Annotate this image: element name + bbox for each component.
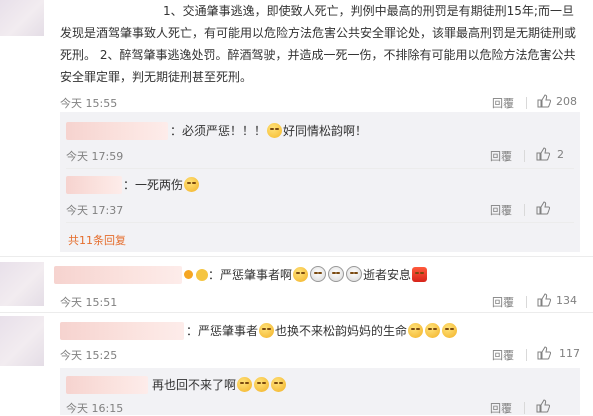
username[interactable] [54, 266, 182, 284]
thumbs-up-icon[interactable] [536, 399, 550, 413]
comment-time: 今天 15:55 [60, 97, 118, 110]
comment-time: 今天 16:15 [66, 402, 124, 415]
like-count: 208 [556, 95, 577, 108]
divider [0, 312, 593, 313]
username[interactable] [66, 376, 148, 394]
username[interactable] [66, 176, 122, 194]
reply-text-a: ：一死两伤 [123, 178, 184, 192]
comment-text: ：严惩肇事者 也换不来松韵妈妈的生命 [186, 320, 458, 342]
face-emoji-icon [267, 123, 283, 138]
reply-time: 今天 17:59 [66, 150, 124, 163]
crying-face-icon [237, 377, 253, 392]
reply-button[interactable]: 回覆 [490, 148, 512, 164]
crying-face-icon [408, 323, 424, 338]
divider [526, 296, 527, 308]
comment-text-b: 也换不来松韵妈妈的生命 [275, 324, 408, 338]
reply-button[interactable]: 回覆 [492, 347, 514, 363]
thumbs-up-icon[interactable] [537, 346, 551, 360]
thumbs-up-icon[interactable] [537, 94, 551, 108]
divider [524, 204, 525, 216]
like-count: 117 [559, 347, 580, 360]
reply-text: ：一死两伤 [123, 174, 200, 196]
reply-button[interactable]: 回覆 [490, 400, 512, 416]
ghost-icon [346, 266, 363, 282]
more-replies-link[interactable]: 共11条回复 [68, 232, 126, 248]
comment-text-a: ：严惩肇事者啊 [208, 268, 293, 282]
ok-hand-icon [196, 269, 208, 281]
divider [0, 256, 593, 257]
crying-face-icon [293, 267, 309, 282]
comment-time: 今天 15:51 [60, 296, 118, 309]
reply-text-b: 好同情松韵啊！ [283, 124, 368, 138]
crying-face-icon [254, 377, 270, 392]
reply-text: ：必须严惩！！！ 好同情松韵啊！ [170, 120, 367, 142]
reply-button[interactable]: 回覆 [490, 202, 512, 218]
username[interactable] [60, 322, 184, 340]
comment-text-a: 再也回不来了啊 [152, 378, 237, 392]
like-count: 2 [557, 148, 564, 161]
thumbs-up-icon[interactable] [537, 293, 551, 307]
ghost-icon [328, 266, 345, 282]
crying-face-icon [425, 323, 441, 338]
comment-text-line: 1、交通肇事逃逸，即使致人死亡，判例中最高的刑罚是有期徒刑15年;而一旦 [163, 4, 574, 18]
avatar[interactable] [0, 0, 44, 36]
crying-face-icon [271, 377, 287, 392]
verified-badge-icon [184, 270, 193, 279]
thumbs-up-icon[interactable] [536, 147, 550, 161]
comment-text-a: ：严惩肇事者 [186, 324, 259, 338]
reply-button[interactable]: 回覆 [492, 95, 514, 111]
avatar[interactable] [0, 262, 44, 306]
divider [66, 222, 574, 223]
divider [524, 150, 525, 162]
crying-face-icon [259, 323, 275, 338]
comment-text: ：严惩肇事者啊 逝者安息 [196, 264, 428, 286]
comment-time: 今天 15:25 [60, 349, 118, 362]
divider [526, 349, 527, 361]
comment-text: 再也回不来了啊 [152, 374, 287, 396]
like-count: 134 [556, 294, 577, 307]
divider [526, 97, 527, 109]
ghost-icon [310, 266, 327, 282]
divider [524, 402, 525, 414]
crying-face-icon [442, 323, 458, 338]
divider [66, 168, 574, 169]
candle-icon [412, 267, 428, 282]
crying-face-icon [184, 177, 200, 192]
comment-text-line: 安全罪定罪，判无期徒刑甚至死刑。 [60, 70, 253, 84]
avatar[interactable] [0, 316, 44, 366]
username[interactable] [66, 122, 168, 140]
comment-text-line: 死刑。 2、醉驾肇事逃逸处罚。醉酒驾驶，并造成一死一伤，不排除有可能用以危险方法… [60, 48, 576, 62]
reply-button[interactable]: 回覆 [492, 294, 514, 310]
reply-text-a: ：必须严惩！！！ [170, 124, 267, 138]
comment-text-line: 发现是酒驾肇事致人死亡，有可能用以危险方法危害公共安全罪论处，该罪最高刑罚是无期… [60, 26, 577, 40]
reply-time: 今天 17:37 [66, 204, 124, 217]
comment-text-b: 逝者安息 [363, 268, 412, 282]
thumbs-up-icon[interactable] [536, 201, 550, 215]
